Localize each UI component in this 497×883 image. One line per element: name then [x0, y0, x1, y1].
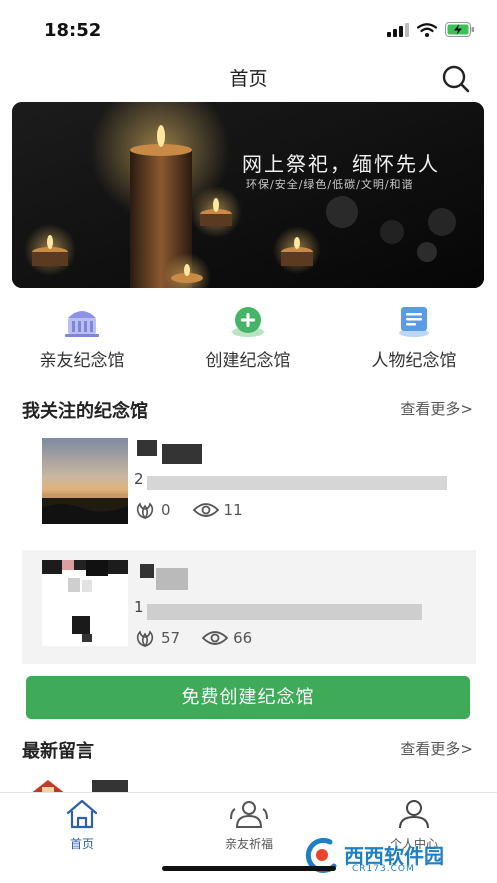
- section-title-followed: 我关注的纪念馆: [22, 401, 148, 422]
- memorial-date-prefix: 2: [134, 470, 144, 488]
- battery-charging-icon: [445, 22, 474, 37]
- name-mosaic: [156, 568, 188, 590]
- nav-bar: 首页: [0, 62, 497, 98]
- status-icons: [387, 22, 475, 37]
- name-mosaic: [140, 564, 154, 578]
- eye-icon: [202, 631, 229, 645]
- search-icon[interactable]: [441, 64, 471, 94]
- signal-icon: [387, 22, 409, 37]
- name-mosaic: [162, 444, 202, 464]
- tab-blessing[interactable]: 亲友祈福: [199, 799, 299, 852]
- tab-home[interactable]: 首页: [32, 799, 132, 852]
- status-time: 18:52: [44, 20, 102, 41]
- date-mosaic: [147, 476, 447, 490]
- status-bar: 18:52: [0, 0, 497, 62]
- tab-label: 首页: [69, 837, 94, 851]
- plus-circle-icon: [232, 307, 264, 337]
- wifi-icon: [417, 22, 437, 37]
- home-icon: [66, 799, 98, 829]
- flower-count: 57: [161, 629, 181, 647]
- quick-people-memorial[interactable]: 人物纪念馆: [344, 304, 484, 374]
- memorial-date-prefix: 1: [134, 598, 144, 616]
- followed-more-link[interactable]: 查看更多>: [400, 398, 473, 419]
- user-icon: [399, 800, 429, 829]
- people-icon: [230, 801, 268, 828]
- view-count: 66: [233, 629, 253, 647]
- eye-icon: [192, 503, 219, 517]
- messages-more-link[interactable]: 查看更多>: [400, 738, 473, 759]
- tab-label: 亲友祈福: [224, 837, 273, 851]
- quick-relatives-memorial[interactable]: 亲友纪念馆: [12, 304, 152, 374]
- quick-label: 人物纪念馆: [371, 351, 457, 371]
- followed-card[interactable]: 1 57 66: [22, 550, 476, 664]
- create-memorial-button[interactable]: 免费创建纪念馆: [26, 676, 470, 719]
- quick-create-memorial[interactable]: 创建纪念馆: [178, 304, 318, 374]
- section-title-messages: 最新留言: [22, 741, 94, 762]
- memorial-photo: [42, 438, 128, 524]
- quick-label: 亲友纪念馆: [39, 351, 125, 371]
- view-count: 11: [223, 501, 243, 519]
- banner-title: 网上祭祀，缅怀先人: [242, 152, 440, 176]
- watermark-domain: CR173.COM: [352, 864, 415, 874]
- home-indicator: [162, 866, 336, 871]
- quick-label: 创建纪念馆: [205, 351, 291, 371]
- memorial-stats: 0 11: [134, 500, 265, 520]
- followed-card[interactable]: 2 0 11: [22, 428, 476, 542]
- memorial-hall-icon: [65, 311, 99, 337]
- banner-subtitle: 环保/安全/绿色/低碳/文明/和谐: [246, 178, 414, 191]
- flower-count: 0: [161, 501, 171, 519]
- date-mosaic: [147, 604, 422, 620]
- name-mosaic: [137, 440, 157, 456]
- candles-image: [12, 102, 484, 288]
- flower-icon: [136, 502, 154, 520]
- banner[interactable]: 网上祭祀，缅怀先人 环保/安全/绿色/低碳/文明/和谐: [12, 102, 484, 288]
- page-title: 首页: [229, 68, 268, 90]
- document-icon: [399, 307, 429, 337]
- memorial-photo: [42, 560, 128, 646]
- flower-icon: [136, 630, 154, 648]
- memorial-stats: 57 66: [134, 628, 274, 648]
